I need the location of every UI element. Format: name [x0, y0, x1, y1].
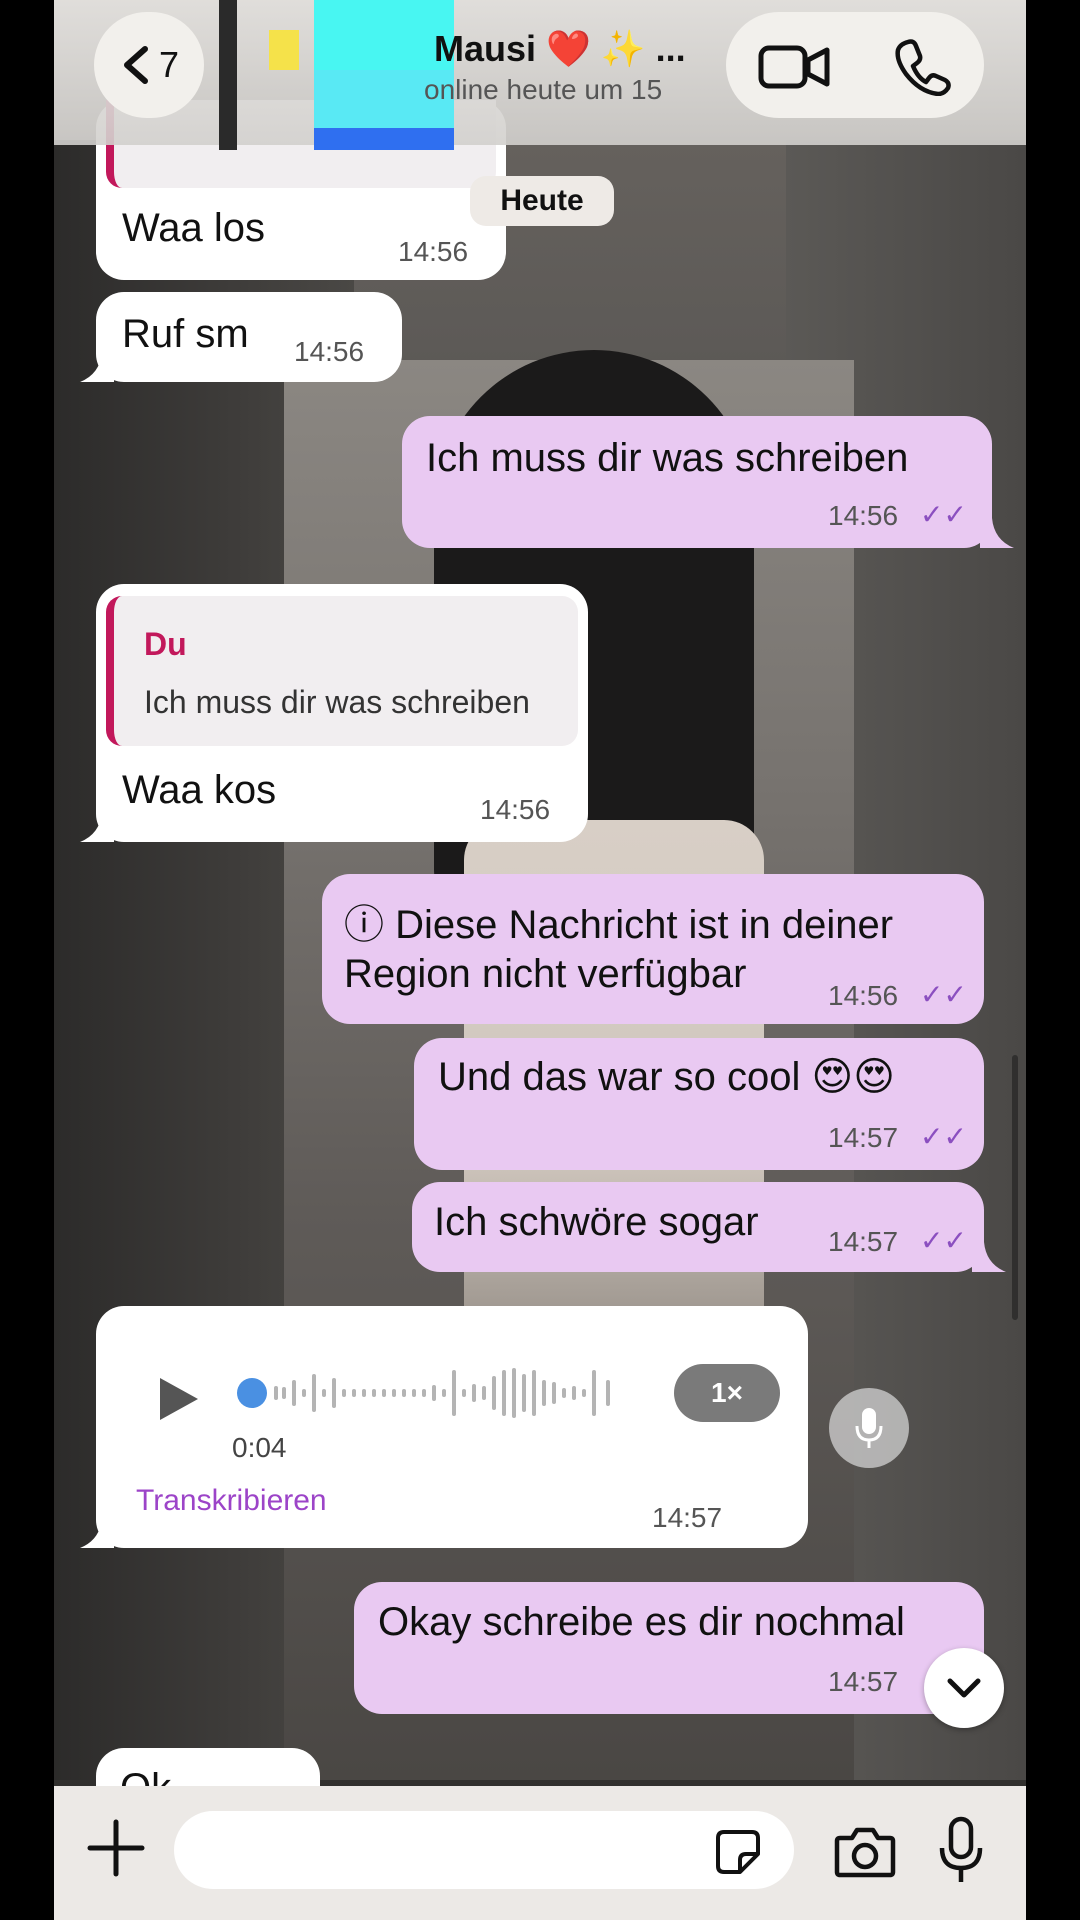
bubble-tail [80, 1518, 114, 1548]
camera-icon[interactable] [834, 1824, 896, 1878]
message-time: 14:56 [480, 794, 551, 825]
read-receipt-ticks: ✓✓ [920, 979, 967, 1010]
contact-name[interactable]: Mausi ❤️ ✨ ... [434, 28, 686, 70]
bubble-tail [80, 352, 114, 382]
message-text: Ruf sm [122, 312, 249, 356]
play-icon[interactable] [152, 1374, 202, 1424]
message-text: Okay schreibe es dir nochmal [378, 1600, 905, 1644]
bubble-tail [980, 518, 1014, 548]
message-text: Und das war so cool 😍😍 [438, 1055, 895, 1099]
censored-avatar [219, 0, 459, 150]
scroll-to-bottom-button[interactable] [924, 1648, 1004, 1728]
plus-icon[interactable] [84, 1816, 148, 1880]
message-time: 14:57 [652, 1502, 723, 1533]
message-bubble-incoming[interactable]: Du Ich muss dir was schreiben Waa kos 14… [96, 584, 588, 842]
message-input[interactable] [174, 1811, 794, 1889]
call-actions [726, 12, 984, 118]
read-receipt-ticks: ✓✓ [920, 1121, 967, 1152]
message-time: 14:57 [828, 1666, 899, 1697]
read-receipt-ticks: ✓✓ [920, 499, 967, 530]
message-text: Waa kos [122, 768, 277, 812]
message-bubble-outgoing[interactable]: Okay schreibe es dir nochmal 14:57 [354, 1582, 984, 1714]
message-bubble-outgoing[interactable]: Und das war so cool 😍😍 14:57 ✓✓ [414, 1038, 984, 1170]
voice-sender-mic-icon [829, 1388, 909, 1468]
message-bubble-outgoing[interactable]: Ich muss dir was schreiben 14:56 ✓✓ [402, 416, 992, 548]
bubble-tail [80, 812, 114, 842]
message-bubble-incoming[interactable]: Ruf sm 14:56 [96, 292, 402, 382]
message-text: Ich schwöre sogar [434, 1200, 759, 1244]
audio-waveform[interactable] [236, 1358, 626, 1428]
message-bubble-outgoing[interactable]: Ich schwöre sogar 14:57 ✓✓ [412, 1182, 984, 1272]
message-time: 14:56 [398, 236, 469, 267]
message-composer [54, 1786, 1026, 1920]
message-text-line1: ⓘ Diese Nachricht ist in deiner [344, 903, 894, 947]
back-button[interactable]: 7 [94, 12, 204, 118]
message-time: 14:57 [828, 1226, 899, 1257]
voice-duration: 0:04 [232, 1432, 287, 1463]
message-text: Waa los [122, 206, 266, 250]
microphone-icon[interactable] [938, 1816, 984, 1886]
quote-text: Ich muss dir was schreiben [144, 684, 530, 720]
video-camera-icon[interactable] [758, 44, 830, 90]
message-time: 14:57 [828, 1122, 899, 1153]
message-text-line2: Region nicht verfügbar [344, 952, 747, 996]
transcribe-link[interactable]: Transkribieren [136, 1484, 327, 1518]
playback-speed-button[interactable]: 1× [674, 1364, 780, 1422]
sticker-icon[interactable] [714, 1828, 762, 1876]
chat-header: 7 Mausi ❤️ ✨ ... online heute um 15 [54, 0, 1026, 150]
message-time: 14:56 [828, 500, 899, 531]
quote-author: Du [144, 626, 187, 662]
quoted-message[interactable]: Du Ich muss dir was schreiben [106, 596, 578, 746]
read-receipt-ticks: ✓✓ [920, 1225, 967, 1256]
message-time: 14:56 [828, 980, 899, 1011]
chevron-left-icon [123, 46, 148, 84]
message-text: Ich muss dir was schreiben [426, 436, 909, 480]
contact-status: online heute um 15 [424, 74, 663, 105]
bubble-tail [972, 1242, 1006, 1272]
phone-icon[interactable] [894, 38, 952, 96]
unread-count: 7 [158, 44, 180, 85]
day-separator-chip: Heute [470, 176, 614, 226]
message-bubble-outgoing[interactable]: ⓘ Diese Nachricht ist in deiner Region n… [322, 874, 984, 1024]
chat-screen: Waa los 14:56 Heute Ruf sm 14:56 Ich mus… [54, 0, 1026, 1920]
chevron-down-icon [947, 1678, 981, 1698]
chat-scrollbar[interactable] [1012, 1055, 1018, 1320]
message-time: 14:56 [294, 336, 365, 367]
voice-message-bubble[interactable]: 1× 0:04 Transkribieren 14:57 [96, 1306, 808, 1548]
